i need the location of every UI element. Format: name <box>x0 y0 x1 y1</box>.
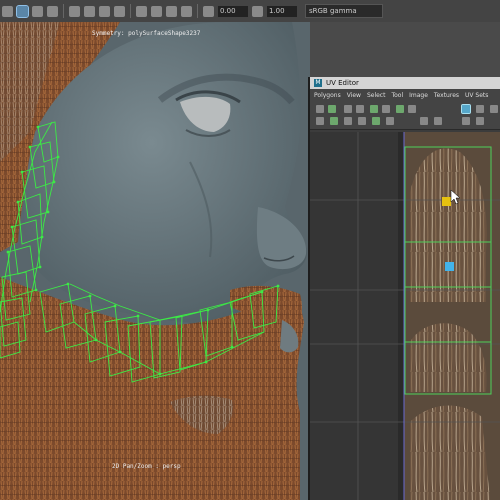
perspective-viewport[interactable]: Symmetry: polySurfaceShape3237 2D Pan/Zo… <box>0 22 310 500</box>
uv-image-icon[interactable] <box>476 117 484 125</box>
toolbar-divider <box>130 4 131 18</box>
shadow-icon[interactable] <box>136 5 147 17</box>
lighting-icon[interactable] <box>114 5 125 17</box>
grid-icon[interactable] <box>181 5 192 17</box>
xray-icon[interactable] <box>151 5 162 17</box>
uv-stack-icon[interactable] <box>372 117 380 125</box>
uv-distribute-icon[interactable] <box>358 117 366 125</box>
uv-editor-titlebar[interactable]: M UV Editor <box>310 77 500 89</box>
menu-select[interactable]: Select <box>367 92 386 99</box>
uv-orient-icon[interactable] <box>386 117 394 125</box>
uv-canvas[interactable] <box>310 132 500 500</box>
uv-select-icon[interactable] <box>316 105 324 113</box>
toolbar-divider <box>197 4 198 18</box>
uv-rotate-ccw-icon[interactable] <box>420 117 428 125</box>
uv-layout-icon[interactable] <box>408 105 416 113</box>
menu-tool[interactable]: Tool <box>391 92 403 99</box>
selected-uv-point[interactable] <box>442 197 451 206</box>
toolbar-divider <box>63 4 64 18</box>
uv-straighten-icon[interactable] <box>344 117 352 125</box>
uv-unfold-icon[interactable] <box>396 105 404 113</box>
uv-align-icon[interactable] <box>330 117 338 125</box>
uv-rotate-cw-icon[interactable] <box>434 117 442 125</box>
maya-logo-icon: M <box>314 79 322 87</box>
uv-menu-bar: Polygons View Select Tool Image Textures… <box>310 89 500 101</box>
menu-view[interactable]: View <box>347 92 361 99</box>
uv-scale-icon[interactable] <box>356 105 364 113</box>
uv-rotate-icon[interactable] <box>344 105 352 113</box>
uv-move-icon[interactable] <box>328 105 336 113</box>
gamma-icon[interactable] <box>252 5 263 17</box>
uv-cut-icon[interactable] <box>370 105 378 113</box>
shaded-icon[interactable] <box>69 5 80 17</box>
uv-checker-icon[interactable] <box>462 117 470 125</box>
symmetry-label: Symmetry: polySurfaceShape3237 <box>92 30 201 37</box>
uv-editor-title: UV Editor <box>326 79 359 87</box>
uv-canvas-render <box>310 132 500 500</box>
color-space-dropdown[interactable]: sRGB gamma <box>305 4 383 18</box>
uv-grid-icon[interactable] <box>476 105 484 113</box>
exposure-icon[interactable] <box>203 5 214 17</box>
menu-image[interactable]: Image <box>409 92 428 99</box>
camera-label: 2D Pan/Zoom : persp <box>112 463 181 470</box>
snap-grid-icon[interactable] <box>2 5 13 17</box>
exposure-field[interactable]: 0.00 <box>218 5 248 17</box>
side-panel <box>310 22 500 77</box>
uv-sew-icon[interactable] <box>382 105 390 113</box>
uv-snap-icon[interactable] <box>490 105 498 113</box>
uv-shaded-icon[interactable] <box>461 104 471 114</box>
menu-textures[interactable]: Textures <box>434 92 459 99</box>
snap-point-icon[interactable] <box>32 5 43 17</box>
isolate-icon[interactable] <box>166 5 177 17</box>
gamma-field[interactable]: 1.00 <box>267 5 297 17</box>
wireframe-icon[interactable] <box>84 5 95 17</box>
menu-uv-sets[interactable]: UV Sets <box>465 92 488 99</box>
snap-curve-icon[interactable] <box>16 4 29 18</box>
menu-polygons[interactable]: Polygons <box>314 92 341 99</box>
uv-toolbar <box>310 101 500 130</box>
snap-plane-icon[interactable] <box>47 5 58 17</box>
uv-editor-window[interactable]: M UV Editor Polygons View Select Tool Im… <box>308 77 500 500</box>
textured-icon[interactable] <box>99 5 110 17</box>
uv-manipulator[interactable] <box>445 262 454 271</box>
top-toolbar: 0.00 1.00 sRGB gamma <box>0 0 500 23</box>
viewport-render <box>0 22 310 500</box>
uv-flip-icon[interactable] <box>316 117 324 125</box>
